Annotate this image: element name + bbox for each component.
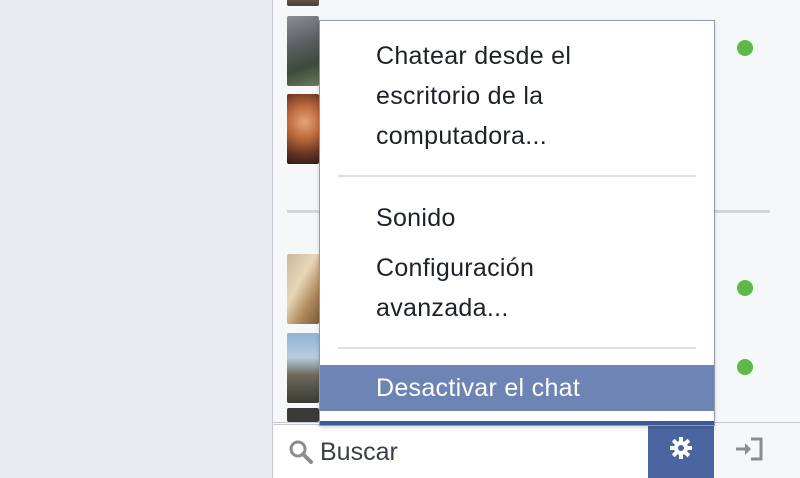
online-status-dot — [737, 40, 753, 56]
popout-chat-button[interactable] — [724, 430, 774, 472]
friend-avatar[interactable] — [287, 0, 319, 6]
friend-avatar[interactable] — [287, 408, 319, 422]
chat-search-box[interactable] — [274, 424, 648, 478]
chat-options-menu: Chatear desde el escritorio de la comput… — [319, 20, 715, 426]
menu-item-advanced-settings[interactable]: Configuración avanzada... — [376, 248, 704, 328]
online-status-dot — [737, 280, 753, 296]
search-icon — [288, 439, 314, 465]
friend-avatar[interactable] — [287, 16, 319, 86]
friend-avatar[interactable] — [287, 94, 319, 164]
menu-item-desktop-chat[interactable]: Chatear desde el escritorio de la comput… — [376, 36, 704, 156]
menu-item-label: Desactivar el chat — [376, 374, 581, 402]
search-input[interactable] — [320, 435, 620, 469]
menu-bottom-border — [320, 421, 714, 425]
gear-icon — [668, 435, 694, 466]
menu-item-turn-off-chat[interactable]: Desactivar el chat — [320, 365, 714, 411]
friend-avatar[interactable] — [287, 254, 319, 324]
chat-options-button[interactable] — [648, 422, 714, 478]
page-background — [0, 0, 272, 478]
menu-separator — [338, 347, 696, 349]
friend-avatar[interactable] — [287, 333, 319, 403]
menu-item-sound[interactable]: Sonido — [376, 198, 704, 238]
online-status-dot — [737, 359, 753, 375]
menu-separator — [338, 175, 696, 177]
popout-icon — [733, 436, 765, 467]
